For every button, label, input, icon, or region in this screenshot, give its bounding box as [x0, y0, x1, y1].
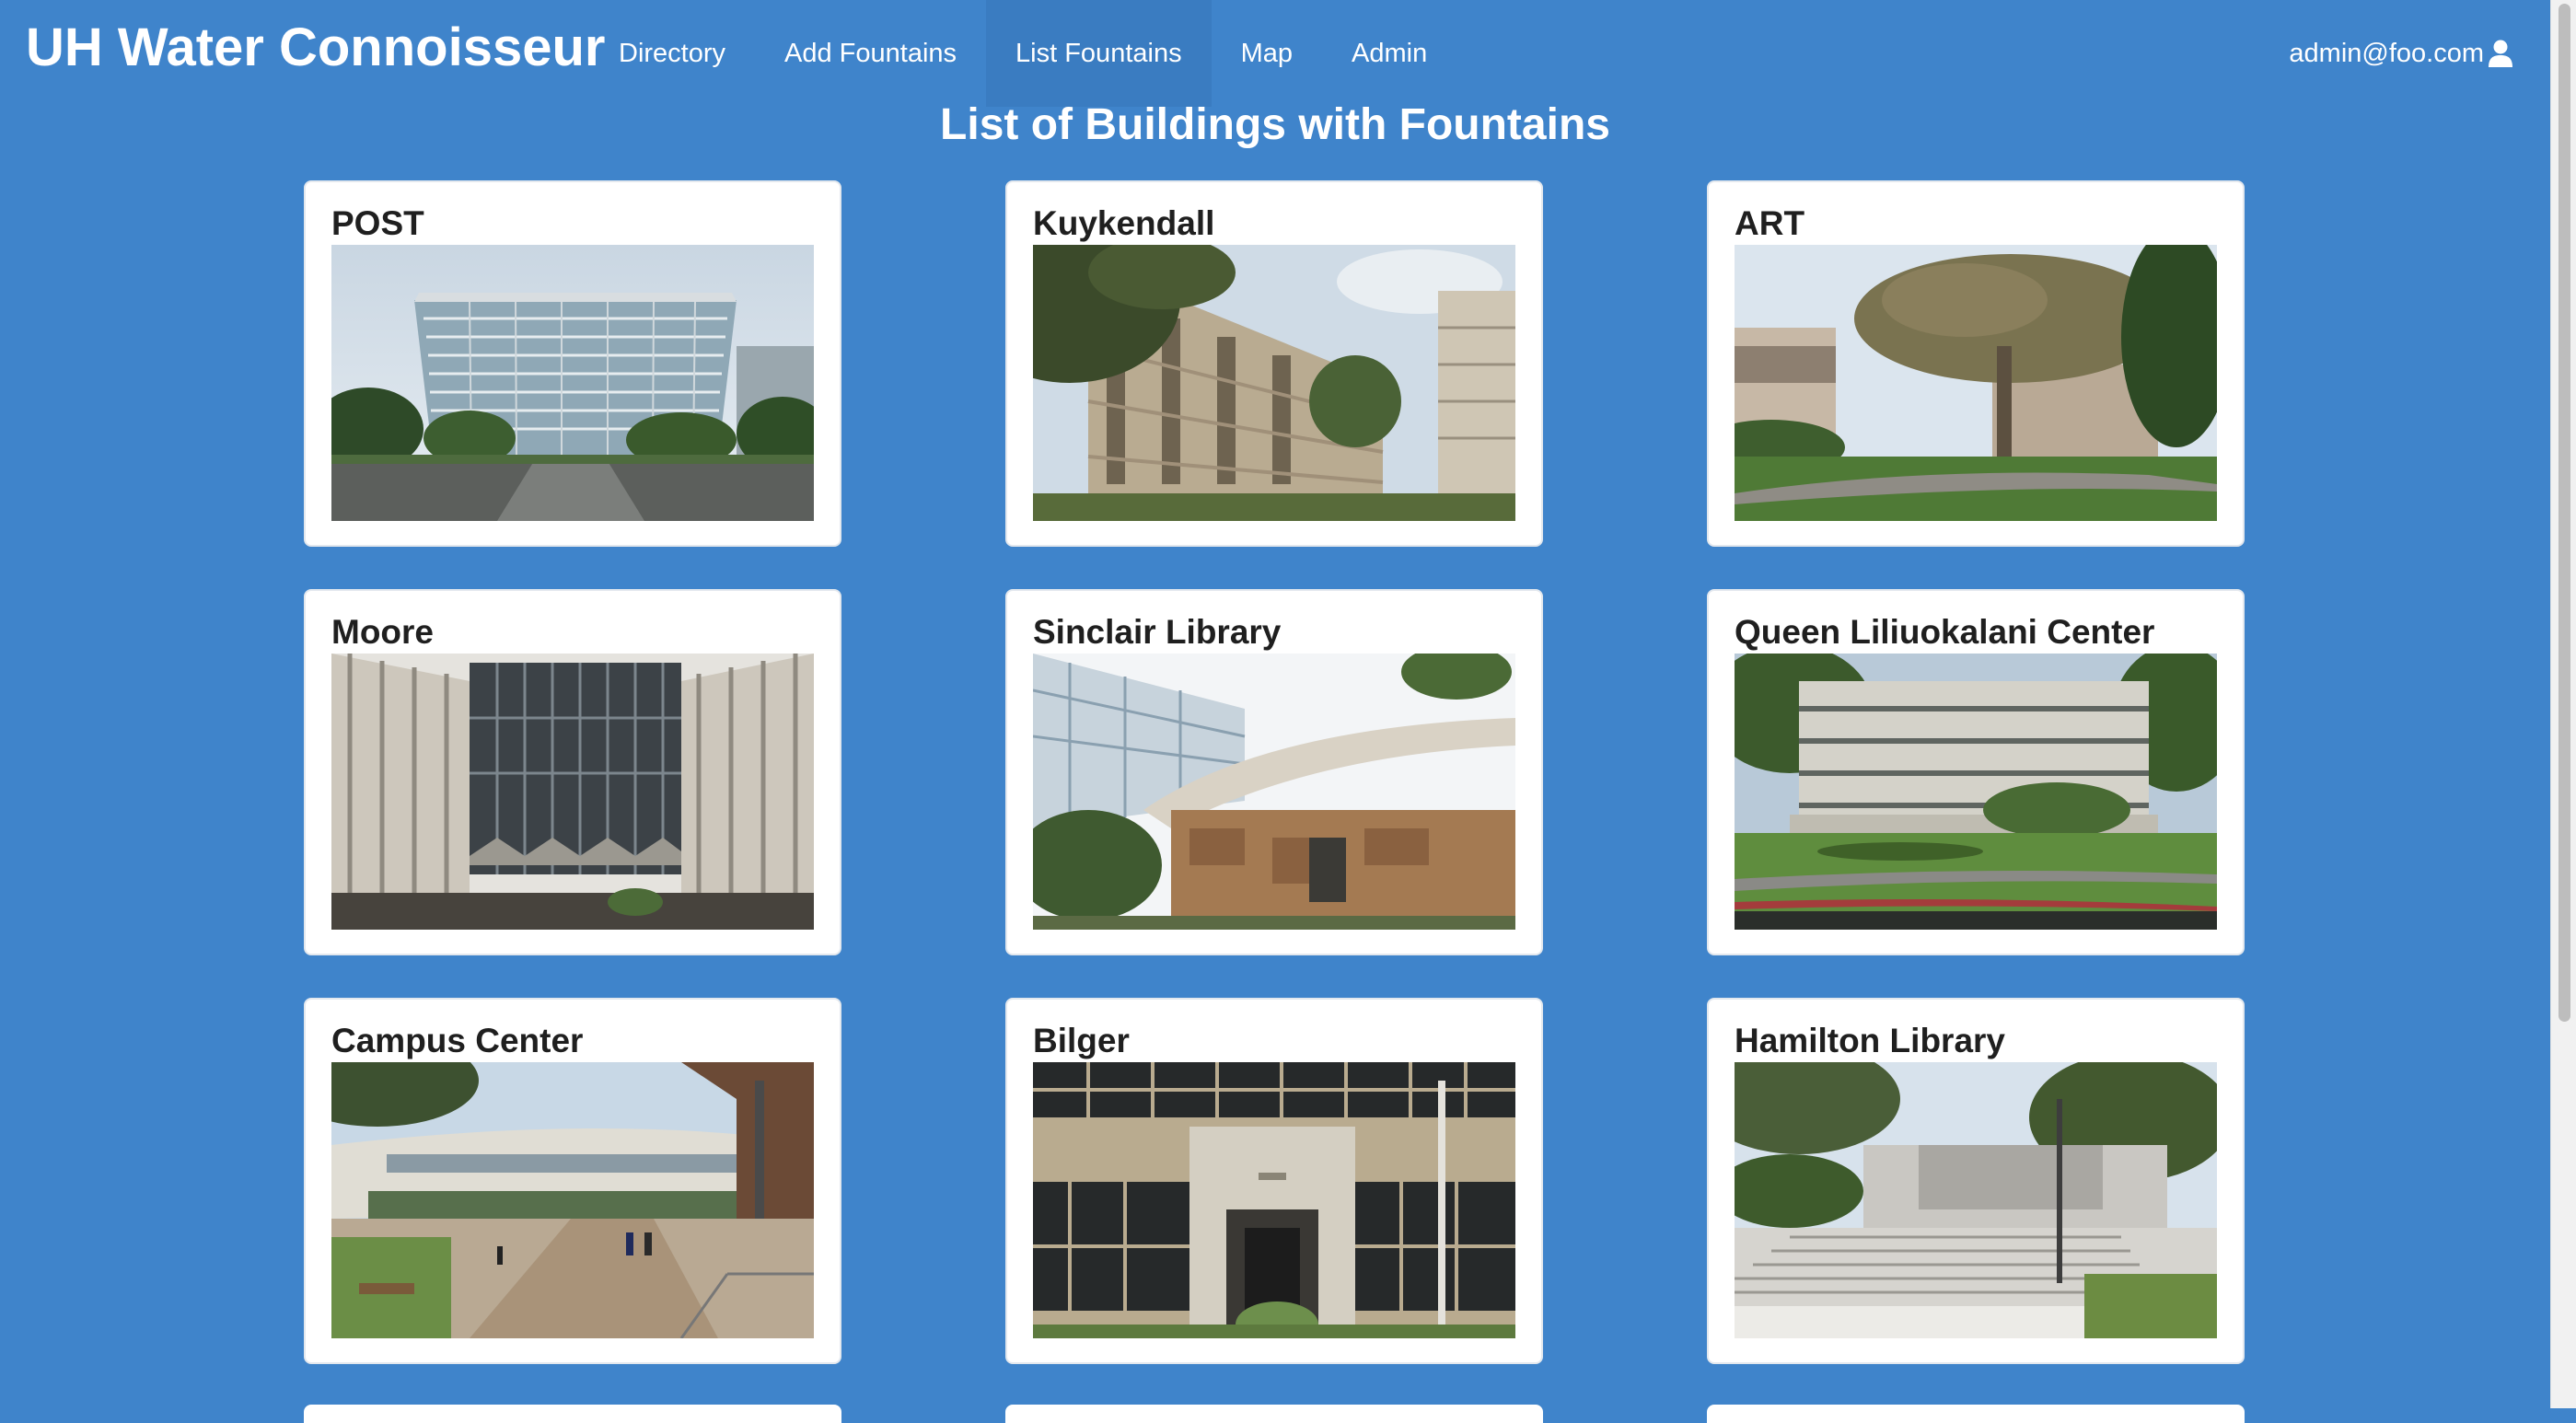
page-scrollbar[interactable]	[2550, 0, 2576, 1408]
nav-item-admin[interactable]: Admin	[1322, 0, 1456, 107]
building-name: POST	[331, 204, 424, 242]
page-title: List of Buildings with Fountains	[940, 100, 1610, 149]
building-photo-post	[331, 245, 814, 521]
user-menu-dropdown[interactable]: admin@foo.com	[2289, 0, 2513, 107]
building-card-hamilton-library[interactable]: Hamilton Library	[1707, 998, 2245, 1364]
building-name: Kuykendall	[1033, 204, 1215, 242]
building-card-bilger[interactable]: Bilger	[1005, 998, 1543, 1364]
nav-item-map[interactable]: Map	[1212, 0, 1322, 107]
building-photo-moore	[331, 654, 814, 930]
user-email: admin@foo.com	[2289, 38, 2484, 68]
building-card-campus-center[interactable]: Campus Center	[304, 998, 841, 1364]
building-name: Queen Liliuokalani Center	[1735, 613, 2155, 651]
building-card-partial[interactable]	[304, 1405, 841, 1423]
nav-menu: Directory Add Fountains List Fountains M…	[589, 0, 1456, 107]
building-photo-bilger	[1033, 1062, 1515, 1338]
building-name: Bilger	[1033, 1022, 1130, 1059]
building-card-art[interactable]: ART	[1707, 180, 2245, 547]
nav-item-list-fountains[interactable]: List Fountains	[986, 0, 1212, 107]
building-name: Moore	[331, 613, 434, 651]
nav-item-add-fountains[interactable]: Add Fountains	[755, 0, 986, 107]
building-card-post[interactable]: POST	[304, 180, 841, 547]
scrollbar-thumb[interactable]	[2559, 4, 2570, 1022]
building-photo-queen-liliuokalani-center	[1735, 654, 2217, 930]
building-card-queen-liliuokalani-center[interactable]: Queen Liliuokalani Center	[1707, 589, 2245, 955]
nav-item-directory[interactable]: Directory	[589, 0, 755, 107]
building-card-partial[interactable]	[1707, 1405, 2245, 1423]
building-photo-art	[1735, 245, 2217, 521]
navbar: UH Water Connoisseur Directory Add Fount…	[0, 0, 2550, 107]
building-name: Hamilton Library	[1735, 1022, 2005, 1059]
building-name: Campus Center	[331, 1022, 584, 1059]
building-name: Sinclair Library	[1033, 613, 1282, 651]
user-icon	[2488, 40, 2513, 67]
building-card-partial[interactable]	[1005, 1405, 1543, 1423]
building-photo-hamilton-library	[1735, 1062, 2217, 1338]
building-photo-kuykendall	[1033, 245, 1515, 521]
building-card-kuykendall[interactable]: Kuykendall	[1005, 180, 1543, 547]
building-photo-campus-center	[331, 1062, 814, 1338]
building-card-grid: POST Kuykendall ART Moore Sinclair Libra…	[304, 180, 2245, 1364]
building-photo-sinclair-library	[1033, 654, 1515, 930]
brand-logo-link[interactable]: UH Water Connoisseur	[26, 17, 605, 78]
next-row-cards	[304, 1405, 2245, 1423]
building-card-sinclair-library[interactable]: Sinclair Library	[1005, 589, 1543, 955]
building-name: ART	[1735, 204, 1805, 242]
building-card-moore[interactable]: Moore	[304, 589, 841, 955]
